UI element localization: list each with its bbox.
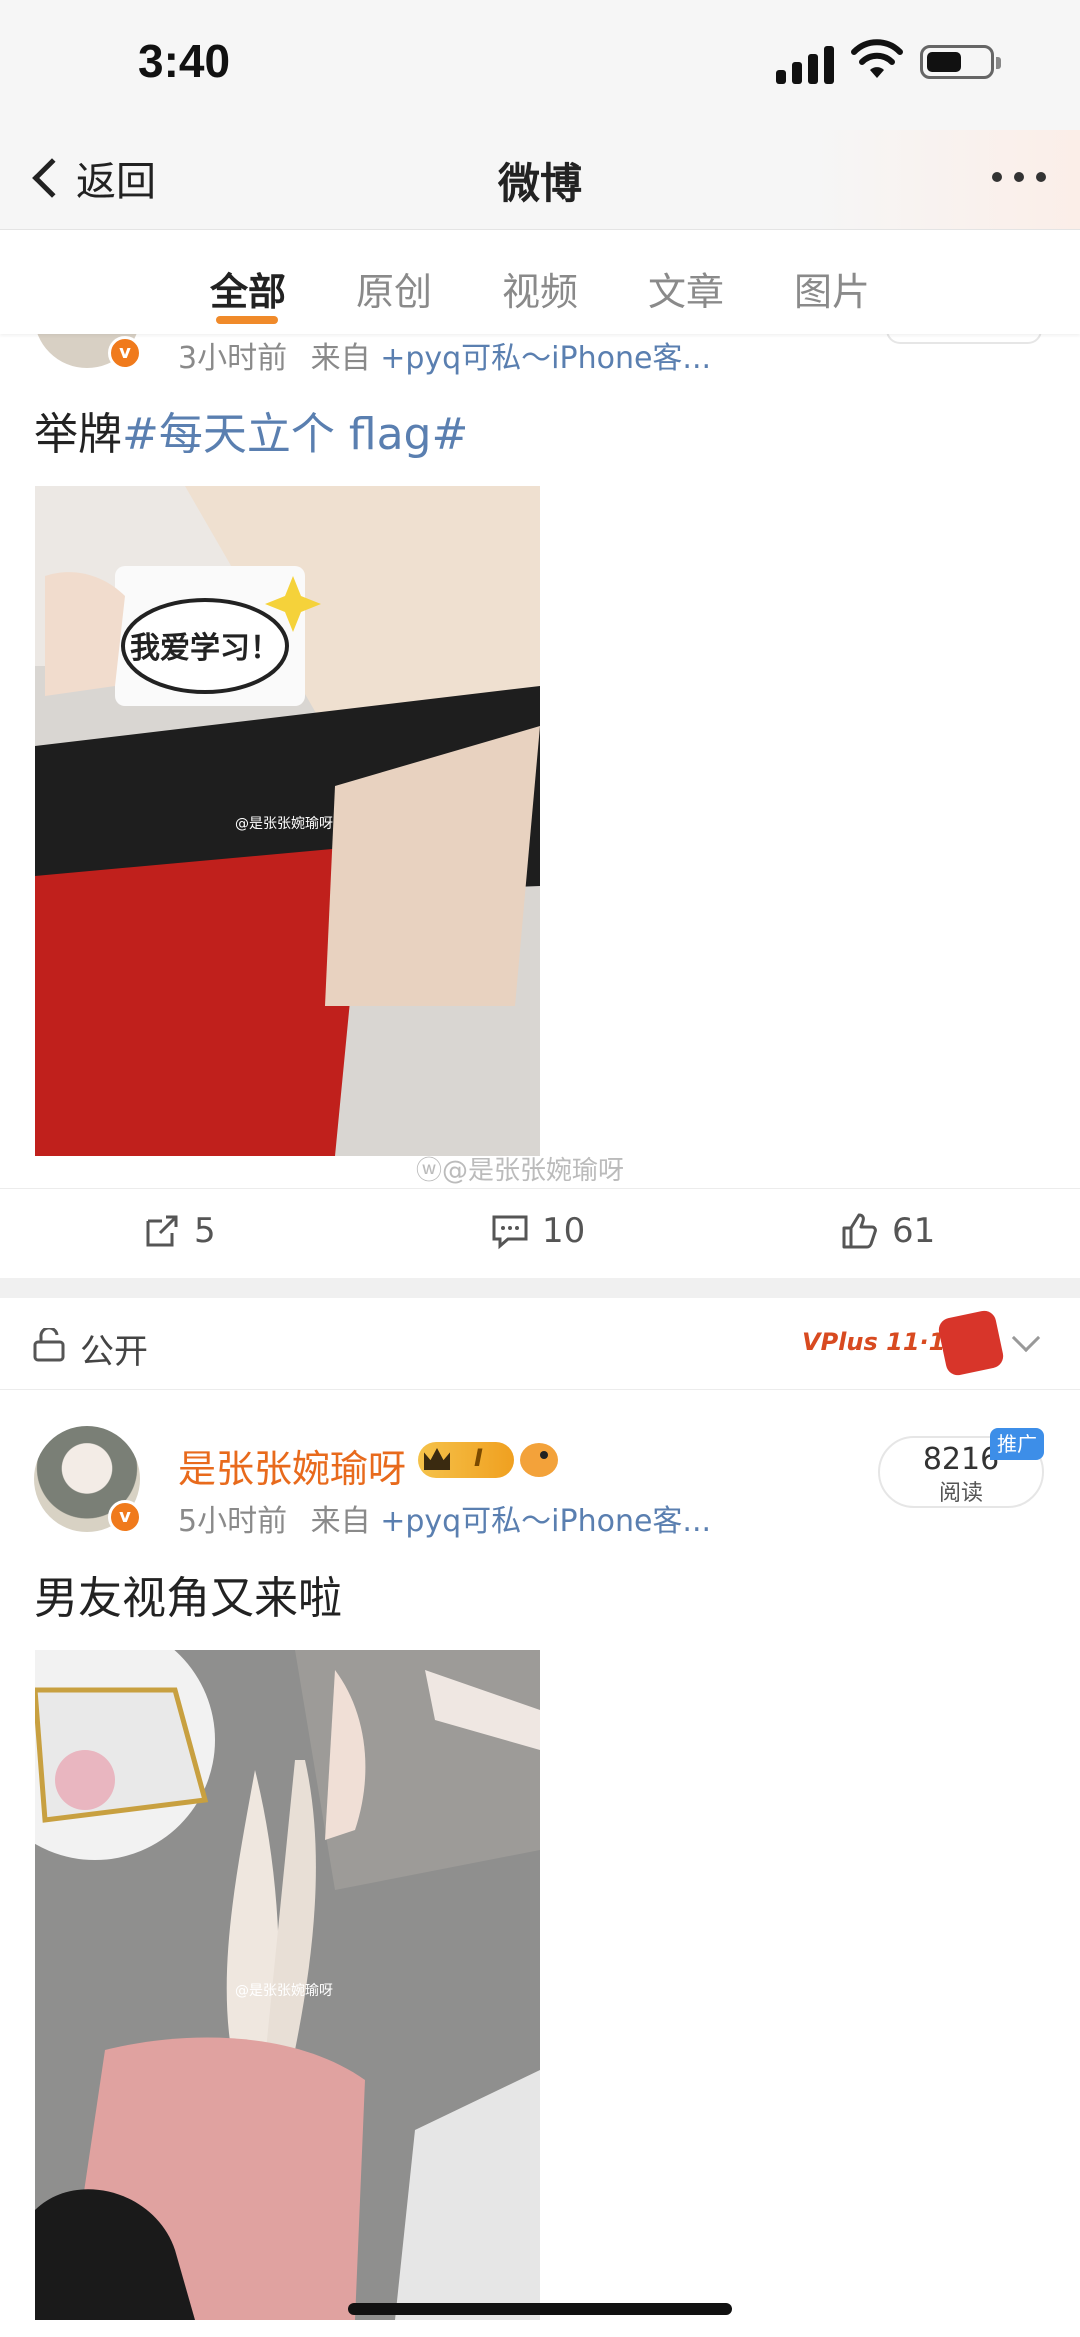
repost-count: 5 — [194, 1211, 216, 1251]
section-divider — [0, 1278, 1080, 1298]
read-label: 阅读 — [938, 1481, 983, 1506]
status-time: 3:40 — [138, 35, 231, 87]
verified-badge-icon: v — [108, 336, 142, 370]
post-source[interactable]: +pyq可私～iPhone客... — [380, 1504, 711, 1539]
page-title: 微博 — [497, 159, 582, 208]
image-watermark-caption: ⓦ@是张张婉瑜呀 — [416, 1156, 625, 1186]
post-meta: 3小时前 来自 +pyq可私～iPhone客... — [178, 333, 711, 377]
image-watermark: @是张张婉瑜呀 — [235, 1983, 333, 1999]
wifi-icon — [851, 39, 903, 78]
post-time: 5小时前 — [178, 1504, 288, 1539]
signal-icon — [776, 44, 834, 84]
comment-button[interactable]: 10 — [490, 1211, 585, 1251]
unlock-icon — [33, 1328, 65, 1362]
vplus-promo-banner[interactable]: VPlus 11·11 — [792, 1306, 1041, 1378]
comment-count: 10 — [542, 1211, 586, 1251]
username-link[interactable]: 是张张婉瑜呀 — [178, 1438, 406, 1493]
from-prefix: 来自 — [310, 341, 371, 376]
privacy-row: 公开 VPlus 11·11 — [0, 1298, 1080, 1390]
post-text: 男友视角又来啦 — [34, 1573, 342, 1624]
tab-video[interactable]: 视频 — [502, 261, 578, 316]
from-prefix: 来自 — [310, 1504, 371, 1539]
weibo-logo-icon: ⓦ — [416, 1156, 443, 1186]
tab-image[interactable]: 图片 — [794, 261, 870, 316]
post-time: 3小时前 — [178, 341, 288, 376]
sign-text: 我爱学习！ — [130, 631, 280, 666]
chevron-down-icon[interactable] — [1011, 1323, 1041, 1353]
topic-tag-link[interactable]: #每天立个 flag# — [122, 409, 468, 460]
post-actions: 5 10 61 — [0, 1188, 1080, 1278]
post-meta: 5小时前 来自 +pyq可私～iPhone客... — [178, 1496, 711, 1540]
promoted-badge: 推广 — [990, 1428, 1044, 1460]
repost-icon — [146, 1215, 178, 1247]
like-button[interactable]: 61 — [840, 1211, 935, 1251]
vip-crown-badge-icon[interactable]: I — [418, 1442, 514, 1478]
post-source[interactable]: +pyq可私～iPhone客... — [380, 341, 711, 376]
like-count: 61 — [892, 1211, 936, 1251]
post-image[interactable]: 我爱学习！ @是张张婉瑜呀 — [35, 486, 540, 1156]
repost-button[interactable]: 5 — [142, 1211, 216, 1251]
red-envelope-icon — [936, 1308, 1006, 1378]
post-image[interactable]: @是张张婉瑜呀 — [35, 1650, 540, 2320]
post-text-plain: 举牌 — [34, 409, 122, 460]
vplus-promo-text: VPlus 11·11 — [802, 1328, 963, 1356]
home-indicator — [348, 2303, 732, 2315]
thumbs-up-icon — [842, 1213, 877, 1249]
battery-icon — [920, 45, 1001, 79]
tab-all[interactable]: 全部 — [210, 261, 286, 316]
user-badges: I — [418, 1442, 558, 1478]
tab-original[interactable]: 原创 — [356, 261, 432, 316]
nav-bar: 返回 微博 — [0, 130, 1080, 230]
tab-article[interactable]: 文章 — [648, 261, 724, 316]
filter-tabs: 全部 原创 视频 文章 图片 — [0, 231, 1080, 334]
status-bar: 3:40 — [0, 0, 1080, 130]
comment-icon — [492, 1215, 528, 1250]
post-text: 举牌#每天立个 flag# — [34, 398, 468, 462]
fish-badge-icon[interactable] — [520, 1443, 558, 1477]
privacy-label: 公开 — [80, 1332, 148, 1372]
more-options-icon[interactable] — [992, 172, 1046, 182]
verified-badge-icon: v — [108, 1500, 142, 1534]
image-watermark: @是张张婉瑜呀 — [235, 816, 333, 832]
active-tab-indicator — [216, 316, 278, 324]
